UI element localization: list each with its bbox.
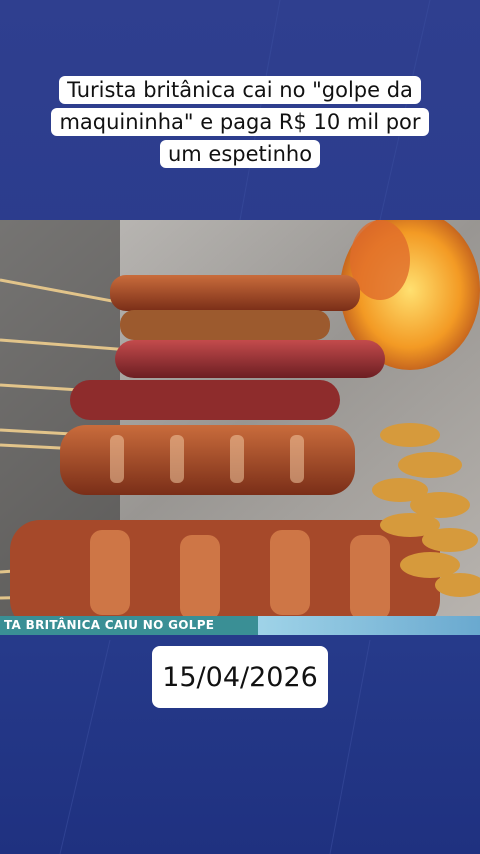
headline-caption: Turista britânica cai no "golpe da maqui… bbox=[36, 74, 444, 170]
news-ticker: TA BRITÂNICA CAIU NO GOLPE bbox=[0, 616, 262, 635]
date-label: 15/04/2026 bbox=[152, 646, 328, 708]
skewers-photo bbox=[0, 220, 480, 634]
ticker-tail bbox=[258, 616, 480, 635]
grilled-skewers-image bbox=[0, 220, 480, 634]
